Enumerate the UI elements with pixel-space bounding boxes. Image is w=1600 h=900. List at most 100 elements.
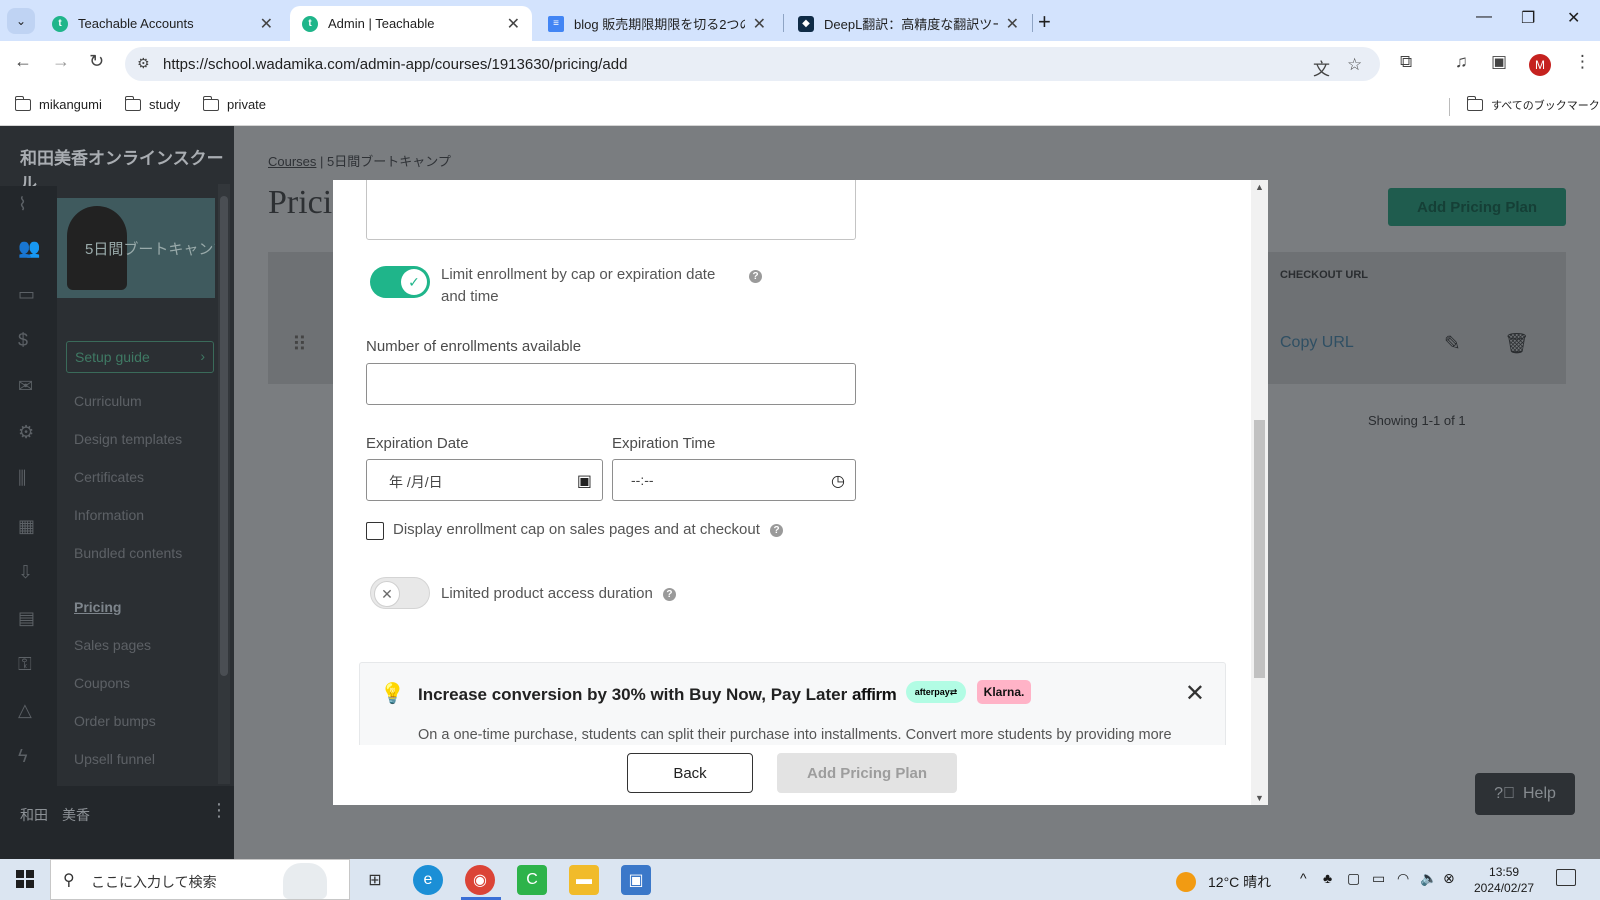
close-tab-icon[interactable]: ✕	[260, 14, 273, 34]
sidebar-item-order-bumps[interactable]: Order bumps	[74, 713, 156, 729]
emails-icon[interactable]: ✉	[18, 376, 33, 397]
calendar-icon[interactable]: ▣	[577, 471, 592, 491]
back-arrow-icon[interactable]: ←	[14, 51, 32, 72]
forward-arrow-icon[interactable]: →	[52, 51, 70, 72]
clock-icon[interactable]: ◷	[831, 471, 845, 491]
library-icon[interactable]: ⫼	[18, 468, 26, 489]
sidebar-item-sales-pages[interactable]: Sales pages	[74, 637, 151, 653]
download-icon[interactable]: ⇩	[18, 562, 33, 583]
windows-start-icon[interactable]	[16, 870, 34, 888]
help-question-icon[interactable]: ?	[770, 523, 784, 537]
analytics-icon[interactable]: ⌇	[18, 194, 27, 215]
sidebar-scrollbar[interactable]	[218, 184, 230, 784]
help-question-icon[interactable]: ?	[662, 587, 676, 601]
sidebar-item-upsell-funnel[interactable]: Upsell funnel	[74, 751, 155, 767]
translate-icon[interactable]: 文	[1313, 55, 1330, 80]
user-menu-dots-icon[interactable]: ⋮	[210, 800, 228, 821]
close-tab-icon[interactable]: ✕	[753, 14, 766, 34]
calendar-icon[interactable]: ▦	[18, 516, 35, 537]
side-panel-icon[interactable]: ▣	[1491, 52, 1507, 72]
drag-handle-icon[interactable]: ⠿	[292, 332, 307, 357]
key-icon[interactable]: ⚿	[18, 654, 32, 675]
file-explorer-icon[interactable]: ▬	[569, 865, 599, 895]
more-menu-icon[interactable]: ⋮	[1574, 52, 1591, 72]
comments-icon[interactable]: ▤	[18, 608, 35, 629]
battery-icon[interactable]: ▭	[1372, 870, 1385, 887]
mic-muted-icon[interactable]: ⊗	[1443, 870, 1455, 887]
description-textarea[interactable]	[366, 180, 856, 240]
help-button[interactable]: ?⃝ Help	[1475, 773, 1575, 815]
tab-admin-teachable[interactable]: t Admin | Teachable ✕	[290, 6, 532, 41]
taskbar-clock[interactable]: 13:59 2024/02/27	[1474, 864, 1534, 896]
tab-deepl[interactable]: ◆ DeepL翻訳：高精度な翻訳ツール ✕	[786, 6, 1031, 41]
limit-enrollment-toggle[interactable]: ✓	[370, 266, 430, 298]
close-tab-icon[interactable]: ✕	[1006, 14, 1019, 34]
edit-pencil-icon[interactable]: ✎	[1444, 331, 1461, 356]
task-view-icon[interactable]: ⊞	[360, 865, 390, 895]
close-promo-icon[interactable]: ✕	[1185, 679, 1205, 708]
reload-icon[interactable]: ↻	[89, 51, 104, 72]
sidebar-scroll-thumb[interactable]	[220, 196, 228, 676]
bookmark-star-icon[interactable]: ☆	[1347, 55, 1362, 75]
delete-trash-icon[interactable]: 🗑	[1504, 331, 1529, 356]
sidebar-item-coupons[interactable]: Coupons	[74, 675, 130, 691]
wifi-icon[interactable]: ◠	[1397, 870, 1409, 887]
bookmark-study[interactable]: study	[124, 95, 180, 112]
extensions-icon[interactable]: ⧉	[1400, 52, 1412, 72]
notification-icon[interactable]	[1556, 869, 1576, 886]
tray-chevron-up-icon[interactable]: ^	[1300, 870, 1307, 886]
user-name[interactable]: 和田 美香	[20, 805, 90, 825]
sidebar-item-bundled-contents[interactable]: Bundled contents	[74, 545, 182, 561]
volume-icon[interactable]: 🔈	[1420, 870, 1437, 887]
tab-teachable-accounts[interactable]: t Teachable Accounts ✕	[40, 6, 285, 41]
sidebar-item-certificates[interactable]: Certificates	[74, 469, 144, 485]
display-cap-checkbox[interactable]	[366, 522, 384, 540]
bookmark-mikangumi[interactable]: mikangumi	[14, 95, 102, 112]
sales-icon[interactable]: $	[18, 330, 28, 351]
edge-icon[interactable]: e	[413, 865, 443, 895]
limited-access-toggle[interactable]: ✕	[370, 577, 430, 609]
all-bookmarks[interactable]: すべてのブックマーク	[1466, 96, 1600, 113]
shapes-icon[interactable]: △	[18, 700, 32, 721]
site-info-icon[interactable]: ⚙	[137, 55, 150, 72]
add-pricing-plan-button[interactable]: Add Pricing Plan	[777, 753, 957, 793]
tab-blog[interactable]: ≡ blog 販売期限期限を切る2つの方 ✕	[536, 6, 778, 41]
window-close-icon[interactable]: ✕	[1567, 8, 1580, 28]
scroll-up-arrow-icon[interactable]: ▲	[1255, 182, 1264, 192]
sidebar-item-design-templates[interactable]: Design templates	[74, 431, 182, 447]
modal-scrollbar[interactable]: ▲ ▼	[1251, 180, 1268, 805]
expiration-time-input[interactable]: --:-- ◷	[612, 459, 856, 501]
sidebar-item-information[interactable]: Information	[74, 507, 144, 523]
back-button[interactable]: Back	[627, 753, 753, 793]
setup-guide-button[interactable]: Setup guide ›	[66, 341, 214, 373]
sidebar-item-curriculum[interactable]: Curriculum	[74, 393, 142, 409]
help-question-icon[interactable]: ?	[749, 270, 762, 283]
course-thumbnail[interactable]: 5日間ブートキャンプ	[57, 198, 215, 298]
copy-url-link[interactable]: Copy URL	[1280, 334, 1354, 352]
scroll-down-arrow-icon[interactable]: ▼	[1255, 793, 1264, 803]
app-blue-icon[interactable]: ▣	[621, 865, 651, 895]
bookmark-private[interactable]: private	[202, 95, 266, 112]
address-bar[interactable]: ⚙ https://school.wadamika.com/admin-app/…	[125, 47, 1380, 81]
modal-scroll-thumb[interactable]	[1254, 420, 1265, 678]
expiration-date-input[interactable]: 年 /月/日 ▣	[366, 459, 603, 501]
minimize-icon[interactable]: —	[1476, 8, 1492, 26]
tray-app-icon[interactable]: ♣	[1323, 870, 1332, 886]
lightning-icon[interactable]: ϟ	[18, 746, 28, 767]
add-pricing-plan-button-bg[interactable]: Add Pricing Plan	[1388, 188, 1566, 226]
profile-avatar[interactable]: M	[1529, 54, 1551, 76]
products-icon[interactable]: ▭	[18, 284, 35, 305]
app-green-icon[interactable]: C	[517, 865, 547, 895]
tab-search-button[interactable]: ⌄	[7, 8, 35, 34]
enrollments-input[interactable]	[366, 363, 856, 405]
weather-widget[interactable]: 12°C 晴れ	[1176, 872, 1271, 892]
restore-icon[interactable]: ❐	[1521, 8, 1535, 28]
breadcrumb-courses-link[interactable]: Courses	[268, 154, 316, 169]
close-tab-icon[interactable]: ✕	[507, 14, 520, 34]
sidebar-item-pricing[interactable]: Pricing	[74, 599, 121, 615]
new-tab-plus-icon[interactable]: +	[1038, 9, 1051, 35]
tray-display-icon[interactable]: ▢	[1347, 870, 1360, 887]
users-icon[interactable]: 👥	[18, 238, 40, 259]
taskbar-search-box[interactable]: ⚲ ここに入力して検索	[50, 859, 350, 900]
settings-gear-icon[interactable]: ⚙	[18, 422, 34, 443]
